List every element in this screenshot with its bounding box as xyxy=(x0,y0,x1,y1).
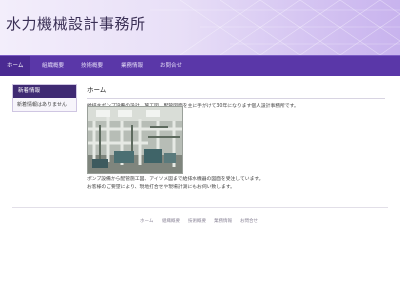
description-line-1: ポンプ設備から配管施工図、アイソメ図まで給排水機器の図面を受注しています。 xyxy=(87,177,264,182)
page-title: ホーム xyxy=(87,86,107,94)
news-sidebar: 新着情報 新着情報はありません xyxy=(12,84,77,112)
pump-room-illustration xyxy=(88,107,182,173)
nav-item-organization[interactable]: 組織概要 xyxy=(35,56,71,76)
nav-item-home[interactable]: ホーム xyxy=(0,56,31,76)
footer-link-contact[interactable]: お問合せ xyxy=(240,218,258,224)
main-nav: ホーム 組織概要 技術概要 業務情報 お問合せ xyxy=(0,55,400,76)
news-empty-text: 新着情報はありません xyxy=(13,98,76,111)
footer-link-organization[interactable]: 組織概要 xyxy=(162,218,180,224)
title-divider xyxy=(87,98,385,99)
nav-item-technology[interactable]: 技術概要 xyxy=(74,56,110,76)
pump-room-photo xyxy=(87,106,183,174)
nav-item-contact[interactable]: お問合せ xyxy=(153,56,189,76)
footer-nav: ホーム 組織概要 技術概要 業務情報 お問合せ xyxy=(0,218,400,228)
description: ポンプ設備から配管施工図、アイソメ図まで給排水機器の図面を受注しています。 お客… xyxy=(87,176,387,192)
description-line-2: お客様のご要望により、現地打合せや現場計測にもお伺い致します。 xyxy=(87,185,235,190)
footer-link-business[interactable]: 業務情報 xyxy=(214,218,232,224)
nav-item-business[interactable]: 業務情報 xyxy=(114,56,150,76)
site-title[interactable]: 水力機械設計事務所 xyxy=(6,13,146,34)
news-heading: 新着情報 xyxy=(13,85,76,98)
footer-link-home[interactable]: ホーム xyxy=(140,218,153,224)
footer-link-technology[interactable]: 技術概要 xyxy=(188,218,206,224)
footer-divider xyxy=(12,207,388,208)
site-header: 水力機械設計事務所 xyxy=(0,0,400,55)
